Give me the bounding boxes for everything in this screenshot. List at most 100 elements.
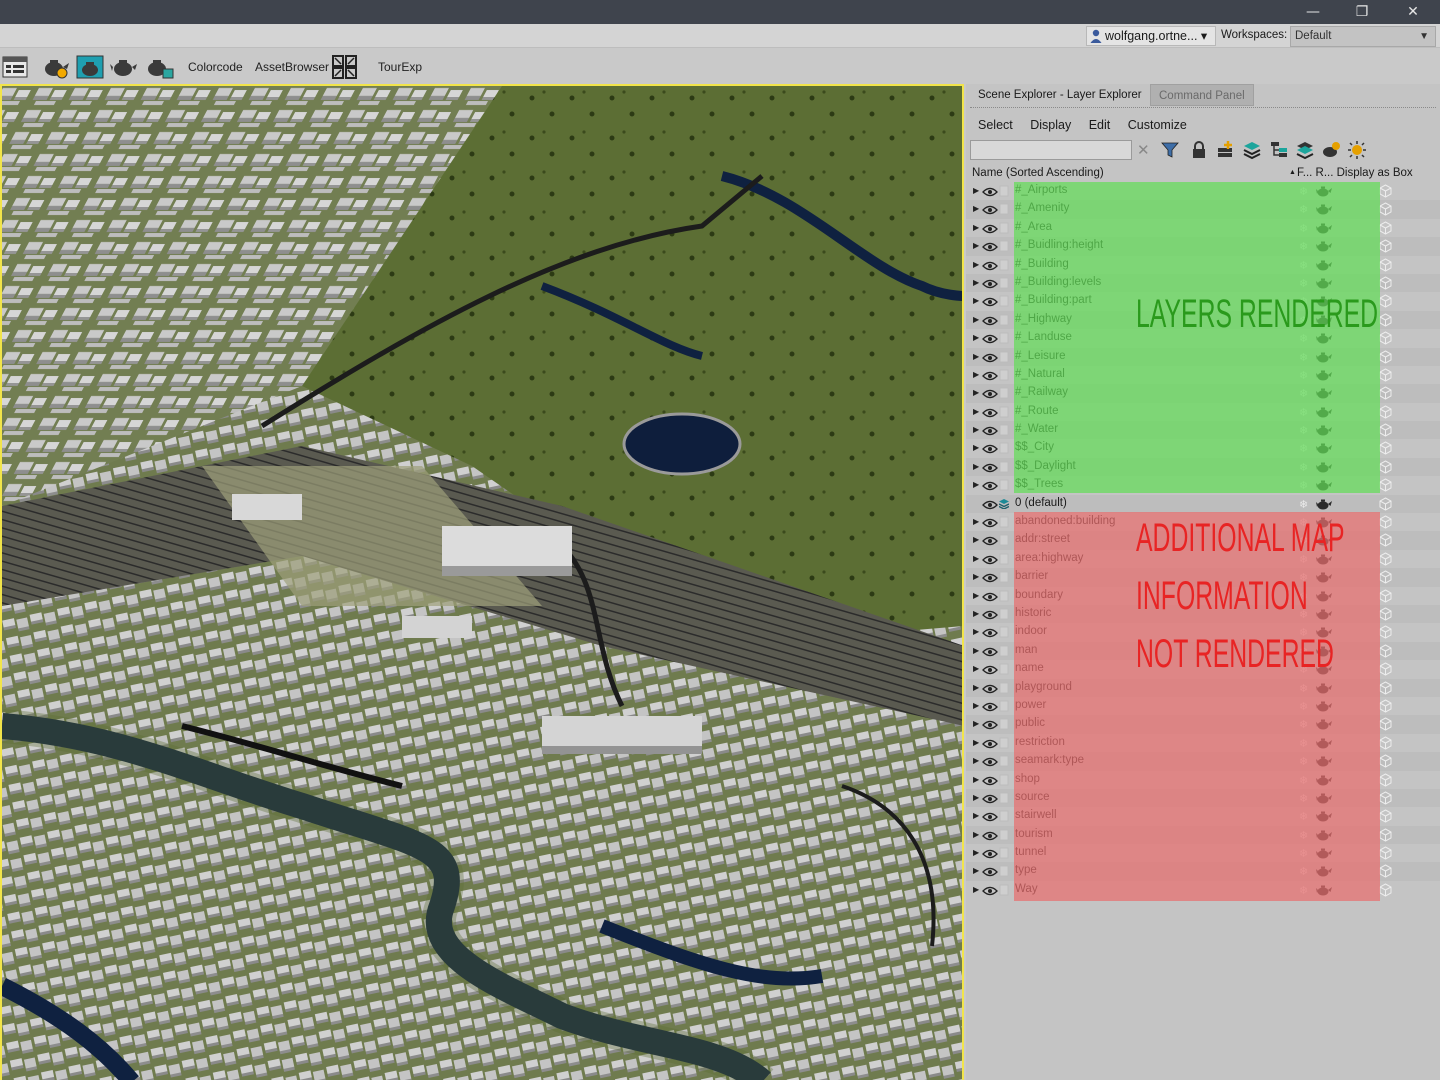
display-as-box-icon[interactable]	[1379, 386, 1392, 400]
layers-icon[interactable]	[1295, 140, 1315, 160]
teapot-render-frame-icon[interactable]	[76, 55, 104, 79]
hierarchy-icon[interactable]	[1269, 140, 1289, 160]
eye-visibility-icon[interactable]	[982, 719, 998, 730]
tab-scene-explorer[interactable]: Scene Explorer - Layer Explorer	[970, 84, 1150, 106]
display-as-box-icon[interactable]	[1379, 791, 1392, 805]
display-as-box-icon[interactable]	[1379, 570, 1392, 584]
expand-arrow-icon[interactable]: ▶	[973, 719, 979, 728]
eye-visibility-icon[interactable]	[982, 646, 998, 656]
column-name[interactable]: Name (Sorted Ascending)	[972, 164, 1104, 182]
eye-visibility-icon[interactable]	[982, 333, 998, 344]
expand-arrow-icon[interactable]: ▶	[973, 260, 979, 269]
expand-arrow-icon[interactable]: ▶	[973, 572, 979, 581]
display-as-box-icon[interactable]	[1379, 717, 1392, 731]
display-as-box-icon[interactable]	[1379, 864, 1392, 879]
teapot-render-icon[interactable]	[110, 55, 138, 79]
display-as-box-icon[interactable]	[1379, 184, 1392, 198]
close-button[interactable]: ✕	[1390, 0, 1436, 24]
display-as-box-icon[interactable]	[1379, 313, 1392, 327]
eye-visibility-icon[interactable]	[982, 591, 998, 601]
eye-visibility-icon[interactable]	[982, 811, 998, 822]
renderable-teapot-icon[interactable]	[1316, 498, 1332, 510]
eye-visibility-icon[interactable]	[982, 775, 998, 785]
layer-column-header[interactable]: Name (Sorted Ascending) ▲ F... R... Disp…	[970, 164, 1440, 182]
expand-arrow-icon[interactable]: ▶	[973, 241, 979, 250]
eye-visibility-icon[interactable]	[982, 738, 998, 748]
eye-visibility-icon[interactable]	[982, 609, 998, 620]
tourexp-button[interactable]: TourExp	[378, 60, 422, 74]
menu-display[interactable]: Display	[1030, 118, 1071, 132]
eye-visibility-icon[interactable]	[982, 407, 998, 417]
display-as-box-icon[interactable]	[1379, 515, 1392, 529]
eye-visibility-icon[interactable]	[982, 186, 998, 197]
expand-arrow-icon[interactable]: ▶	[973, 407, 979, 416]
grid-tool-icon[interactable]	[332, 55, 358, 79]
display-as-box-icon[interactable]	[1379, 294, 1392, 308]
eye-visibility-icon[interactable]	[982, 241, 998, 252]
expand-arrow-icon[interactable]: ▶	[973, 646, 979, 655]
lock-icon[interactable]	[1189, 140, 1209, 160]
eye-visibility-icon[interactable]	[982, 517, 998, 528]
column-flags[interactable]: F... R... Display as Box	[1297, 164, 1413, 182]
display-as-box-icon[interactable]	[1379, 589, 1392, 603]
expand-arrow-icon[interactable]: ▶	[973, 554, 979, 563]
display-as-box-icon[interactable]	[1379, 736, 1392, 750]
colorcode-button[interactable]: Colorcode	[188, 60, 243, 74]
3d-viewport[interactable]	[0, 84, 964, 1080]
expand-arrow-icon[interactable]: ▶	[973, 186, 979, 195]
eye-visibility-icon[interactable]	[982, 756, 998, 767]
display-as-box-icon[interactable]	[1379, 221, 1392, 235]
eye-visibility-icon[interactable]	[982, 462, 998, 473]
eye-visibility-icon[interactable]	[982, 866, 998, 877]
eye-visibility-icon[interactable]	[982, 443, 998, 454]
freeze-snowflake-icon[interactable]: ❄	[1299, 498, 1308, 511]
render-layer-icon[interactable]	[1321, 140, 1341, 160]
display-as-box-icon[interactable]	[1379, 460, 1392, 474]
expand-arrow-icon[interactable]: ▶	[973, 664, 979, 673]
expand-arrow-icon[interactable]: ▶	[973, 315, 979, 324]
expand-arrow-icon[interactable]: ▶	[973, 333, 979, 342]
menu-select[interactable]: Select	[978, 118, 1013, 132]
expand-arrow-icon[interactable]: ▶	[973, 866, 979, 875]
layer-row[interactable]: 0 (default) ❄	[966, 495, 1440, 513]
expand-arrow-icon[interactable]: ▶	[973, 425, 979, 434]
display-as-box-icon[interactable]	[1379, 772, 1392, 787]
eye-visibility-icon[interactable]	[982, 204, 998, 215]
display-as-box-icon[interactable]	[1379, 883, 1392, 897]
display-as-box-icon[interactable]	[1379, 349, 1392, 364]
expand-arrow-icon[interactable]: ▶	[973, 793, 979, 802]
expand-arrow-icon[interactable]: ▶	[973, 738, 979, 747]
expand-arrow-icon[interactable]: ▶	[973, 535, 979, 544]
eye-visibility-icon[interactable]	[982, 627, 998, 638]
display-as-box-icon[interactable]	[1379, 754, 1392, 768]
eye-visibility-icon[interactable]	[982, 480, 998, 491]
eye-visibility-icon[interactable]	[982, 370, 998, 381]
display-as-box-icon[interactable]	[1379, 239, 1392, 253]
expand-arrow-icon[interactable]: ▶	[973, 370, 979, 379]
light-layer-icon[interactable]	[1347, 140, 1367, 160]
eye-visibility-icon[interactable]	[982, 425, 998, 436]
teapot-render-settings-icon[interactable]	[42, 55, 70, 79]
expand-arrow-icon[interactable]: ▶	[973, 591, 979, 600]
eye-visibility-icon[interactable]	[982, 885, 998, 895]
expand-arrow-icon[interactable]: ▶	[973, 848, 979, 857]
display-as-box-icon[interactable]	[1379, 680, 1392, 695]
display-as-box-icon[interactable]	[1379, 441, 1392, 456]
display-as-box-icon[interactable]	[1379, 846, 1392, 860]
expand-arrow-icon[interactable]: ▶	[973, 517, 979, 526]
expand-arrow-icon[interactable]: ▶	[973, 204, 979, 213]
expand-arrow-icon[interactable]: ▶	[973, 296, 979, 305]
eye-visibility-icon[interactable]	[982, 499, 998, 509]
filter-icon[interactable]	[1160, 140, 1180, 160]
display-as-box-icon[interactable]	[1379, 625, 1392, 639]
expand-arrow-icon[interactable]: ▶	[973, 462, 979, 471]
expand-arrow-icon[interactable]: ▶	[973, 480, 979, 489]
display-as-box-icon[interactable]	[1379, 368, 1392, 382]
user-account-dropdown[interactable]: wolfgang.ortne... ▾	[1086, 26, 1216, 46]
layer-search-input[interactable]	[970, 140, 1132, 160]
scene-explorer-icon[interactable]	[2, 55, 28, 79]
display-as-box-icon[interactable]	[1379, 257, 1392, 272]
expand-arrow-icon[interactable]: ▶	[973, 388, 979, 397]
eye-visibility-icon[interactable]	[982, 315, 998, 325]
add-layer-icon[interactable]	[1216, 140, 1236, 160]
